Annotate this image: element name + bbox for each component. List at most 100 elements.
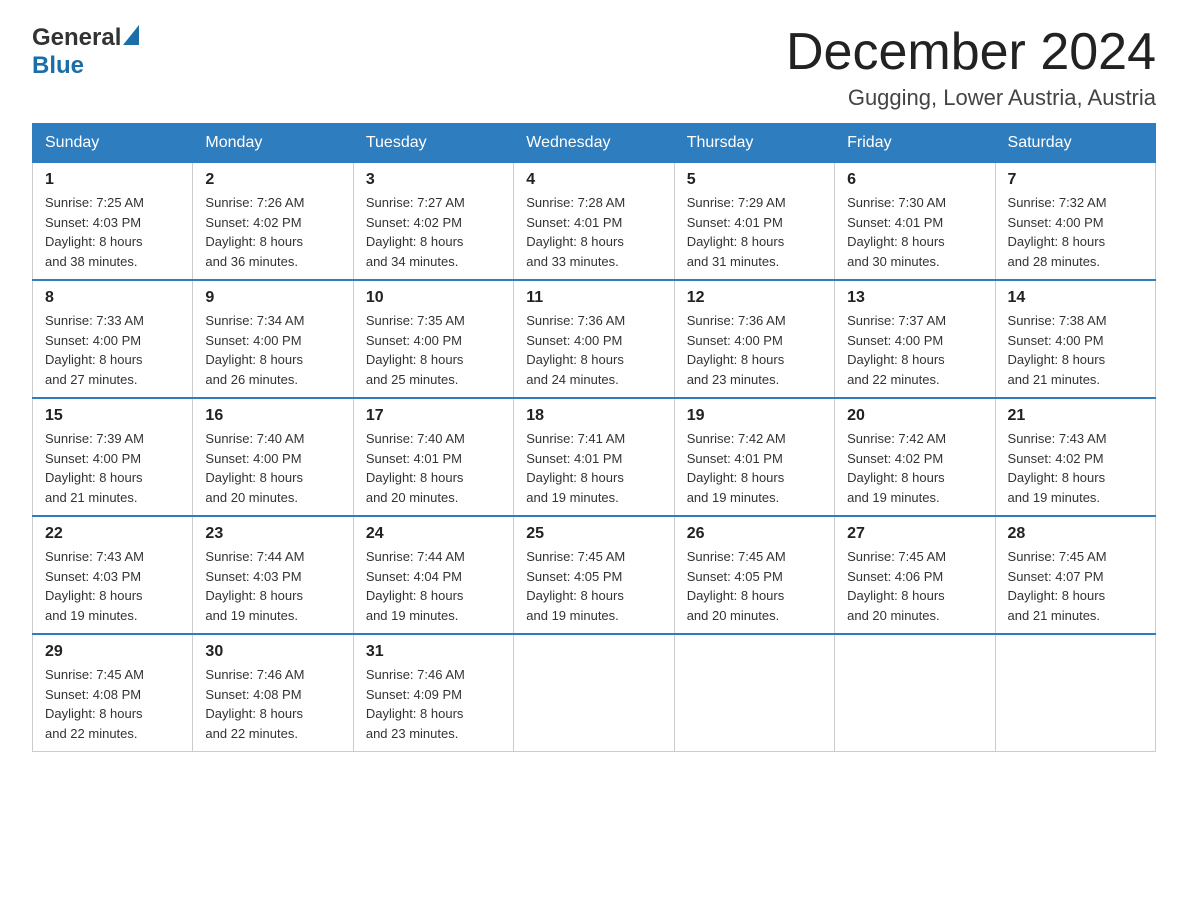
calendar-day-cell: 21 Sunrise: 7:43 AM Sunset: 4:02 PM Dayl…	[995, 398, 1155, 516]
calendar-day-cell: 29 Sunrise: 7:45 AM Sunset: 4:08 PM Dayl…	[33, 634, 193, 752]
day-number: 2	[205, 171, 340, 189]
day-of-week-header: Wednesday	[514, 124, 674, 163]
calendar-day-cell: 25 Sunrise: 7:45 AM Sunset: 4:05 PM Dayl…	[514, 516, 674, 634]
day-number: 17	[366, 407, 501, 425]
day-number: 7	[1008, 171, 1143, 189]
calendar-day-cell: 20 Sunrise: 7:42 AM Sunset: 4:02 PM Dayl…	[835, 398, 995, 516]
calendar-day-cell: 1 Sunrise: 7:25 AM Sunset: 4:03 PM Dayli…	[33, 163, 193, 281]
calendar-day-cell: 6 Sunrise: 7:30 AM Sunset: 4:01 PM Dayli…	[835, 163, 995, 281]
day-info: Sunrise: 7:27 AM Sunset: 4:02 PM Dayligh…	[366, 193, 501, 271]
day-info: Sunrise: 7:40 AM Sunset: 4:00 PM Dayligh…	[205, 429, 340, 507]
day-info: Sunrise: 7:25 AM Sunset: 4:03 PM Dayligh…	[45, 193, 180, 271]
calendar-day-cell: 16 Sunrise: 7:40 AM Sunset: 4:00 PM Dayl…	[193, 398, 353, 516]
day-number: 11	[526, 289, 661, 307]
day-number: 22	[45, 525, 180, 543]
calendar-day-cell	[674, 634, 834, 752]
day-info: Sunrise: 7:43 AM Sunset: 4:03 PM Dayligh…	[45, 547, 180, 625]
days-of-week-row: SundayMondayTuesdayWednesdayThursdayFrid…	[33, 124, 1156, 163]
logo-blue-text: Blue	[32, 52, 84, 79]
calendar-day-cell: 23 Sunrise: 7:44 AM Sunset: 4:03 PM Dayl…	[193, 516, 353, 634]
calendar-day-cell: 15 Sunrise: 7:39 AM Sunset: 4:00 PM Dayl…	[33, 398, 193, 516]
day-number: 23	[205, 525, 340, 543]
calendar-day-cell: 2 Sunrise: 7:26 AM Sunset: 4:02 PM Dayli…	[193, 163, 353, 281]
calendar-day-cell	[514, 634, 674, 752]
calendar-week-row: 15 Sunrise: 7:39 AM Sunset: 4:00 PM Dayl…	[33, 398, 1156, 516]
day-info: Sunrise: 7:40 AM Sunset: 4:01 PM Dayligh…	[366, 429, 501, 507]
day-number: 30	[205, 643, 340, 661]
day-info: Sunrise: 7:44 AM Sunset: 4:03 PM Dayligh…	[205, 547, 340, 625]
day-info: Sunrise: 7:44 AM Sunset: 4:04 PM Dayligh…	[366, 547, 501, 625]
day-number: 14	[1008, 289, 1143, 307]
month-year-title: December 2024	[786, 24, 1156, 81]
day-number: 15	[45, 407, 180, 425]
day-number: 18	[526, 407, 661, 425]
calendar-week-row: 8 Sunrise: 7:33 AM Sunset: 4:00 PM Dayli…	[33, 280, 1156, 398]
day-info: Sunrise: 7:26 AM Sunset: 4:02 PM Dayligh…	[205, 193, 340, 271]
day-number: 21	[1008, 407, 1143, 425]
day-info: Sunrise: 7:37 AM Sunset: 4:00 PM Dayligh…	[847, 311, 982, 389]
day-number: 8	[45, 289, 180, 307]
day-info: Sunrise: 7:42 AM Sunset: 4:01 PM Dayligh…	[687, 429, 822, 507]
day-number: 12	[687, 289, 822, 307]
logo-general-text: General	[32, 24, 121, 52]
day-number: 26	[687, 525, 822, 543]
day-number: 5	[687, 171, 822, 189]
calendar-week-row: 22 Sunrise: 7:43 AM Sunset: 4:03 PM Dayl…	[33, 516, 1156, 634]
day-info: Sunrise: 7:30 AM Sunset: 4:01 PM Dayligh…	[847, 193, 982, 271]
day-number: 9	[205, 289, 340, 307]
calendar-day-cell: 4 Sunrise: 7:28 AM Sunset: 4:01 PM Dayli…	[514, 163, 674, 281]
calendar-day-cell: 14 Sunrise: 7:38 AM Sunset: 4:00 PM Dayl…	[995, 280, 1155, 398]
calendar-day-cell: 24 Sunrise: 7:44 AM Sunset: 4:04 PM Dayl…	[353, 516, 513, 634]
day-info: Sunrise: 7:29 AM Sunset: 4:01 PM Dayligh…	[687, 193, 822, 271]
day-number: 28	[1008, 525, 1143, 543]
calendar-week-row: 1 Sunrise: 7:25 AM Sunset: 4:03 PM Dayli…	[33, 163, 1156, 281]
day-number: 4	[526, 171, 661, 189]
calendar-day-cell: 11 Sunrise: 7:36 AM Sunset: 4:00 PM Dayl…	[514, 280, 674, 398]
calendar-day-cell: 18 Sunrise: 7:41 AM Sunset: 4:01 PM Dayl…	[514, 398, 674, 516]
day-number: 31	[366, 643, 501, 661]
day-of-week-header: Friday	[835, 124, 995, 163]
day-of-week-header: Monday	[193, 124, 353, 163]
location-subtitle: Gugging, Lower Austria, Austria	[786, 85, 1156, 111]
day-info: Sunrise: 7:35 AM Sunset: 4:00 PM Dayligh…	[366, 311, 501, 389]
day-number: 19	[687, 407, 822, 425]
day-info: Sunrise: 7:36 AM Sunset: 4:00 PM Dayligh…	[687, 311, 822, 389]
calendar-day-cell: 9 Sunrise: 7:34 AM Sunset: 4:00 PM Dayli…	[193, 280, 353, 398]
calendar-day-cell: 10 Sunrise: 7:35 AM Sunset: 4:00 PM Dayl…	[353, 280, 513, 398]
day-info: Sunrise: 7:45 AM Sunset: 4:07 PM Dayligh…	[1008, 547, 1143, 625]
day-info: Sunrise: 7:45 AM Sunset: 4:08 PM Dayligh…	[45, 665, 180, 743]
day-info: Sunrise: 7:34 AM Sunset: 4:00 PM Dayligh…	[205, 311, 340, 389]
day-info: Sunrise: 7:46 AM Sunset: 4:08 PM Dayligh…	[205, 665, 340, 743]
calendar-day-cell: 13 Sunrise: 7:37 AM Sunset: 4:00 PM Dayl…	[835, 280, 995, 398]
calendar-table: SundayMondayTuesdayWednesdayThursdayFrid…	[32, 123, 1156, 752]
day-info: Sunrise: 7:45 AM Sunset: 4:06 PM Dayligh…	[847, 547, 982, 625]
logo-triangle-icon	[123, 25, 139, 45]
day-info: Sunrise: 7:32 AM Sunset: 4:00 PM Dayligh…	[1008, 193, 1143, 271]
day-of-week-header: Sunday	[33, 124, 193, 163]
day-info: Sunrise: 7:36 AM Sunset: 4:00 PM Dayligh…	[526, 311, 661, 389]
day-info: Sunrise: 7:33 AM Sunset: 4:00 PM Dayligh…	[45, 311, 180, 389]
day-number: 16	[205, 407, 340, 425]
page-header: General Blue December 2024 Gugging, Lowe…	[32, 24, 1156, 111]
day-number: 1	[45, 171, 180, 189]
day-info: Sunrise: 7:38 AM Sunset: 4:00 PM Dayligh…	[1008, 311, 1143, 389]
day-of-week-header: Saturday	[995, 124, 1155, 163]
day-number: 10	[366, 289, 501, 307]
calendar-day-cell: 28 Sunrise: 7:45 AM Sunset: 4:07 PM Dayl…	[995, 516, 1155, 634]
day-info: Sunrise: 7:46 AM Sunset: 4:09 PM Dayligh…	[366, 665, 501, 743]
calendar-day-cell: 8 Sunrise: 7:33 AM Sunset: 4:00 PM Dayli…	[33, 280, 193, 398]
calendar-day-cell: 5 Sunrise: 7:29 AM Sunset: 4:01 PM Dayli…	[674, 163, 834, 281]
day-info: Sunrise: 7:39 AM Sunset: 4:00 PM Dayligh…	[45, 429, 180, 507]
day-number: 6	[847, 171, 982, 189]
calendar-day-cell: 7 Sunrise: 7:32 AM Sunset: 4:00 PM Dayli…	[995, 163, 1155, 281]
day-number: 3	[366, 171, 501, 189]
day-number: 24	[366, 525, 501, 543]
day-of-week-header: Thursday	[674, 124, 834, 163]
calendar-day-cell	[835, 634, 995, 752]
day-info: Sunrise: 7:43 AM Sunset: 4:02 PM Dayligh…	[1008, 429, 1143, 507]
calendar-day-cell: 3 Sunrise: 7:27 AM Sunset: 4:02 PM Dayli…	[353, 163, 513, 281]
day-number: 20	[847, 407, 982, 425]
day-info: Sunrise: 7:45 AM Sunset: 4:05 PM Dayligh…	[526, 547, 661, 625]
calendar-day-cell: 22 Sunrise: 7:43 AM Sunset: 4:03 PM Dayl…	[33, 516, 193, 634]
calendar-day-cell: 26 Sunrise: 7:45 AM Sunset: 4:05 PM Dayl…	[674, 516, 834, 634]
